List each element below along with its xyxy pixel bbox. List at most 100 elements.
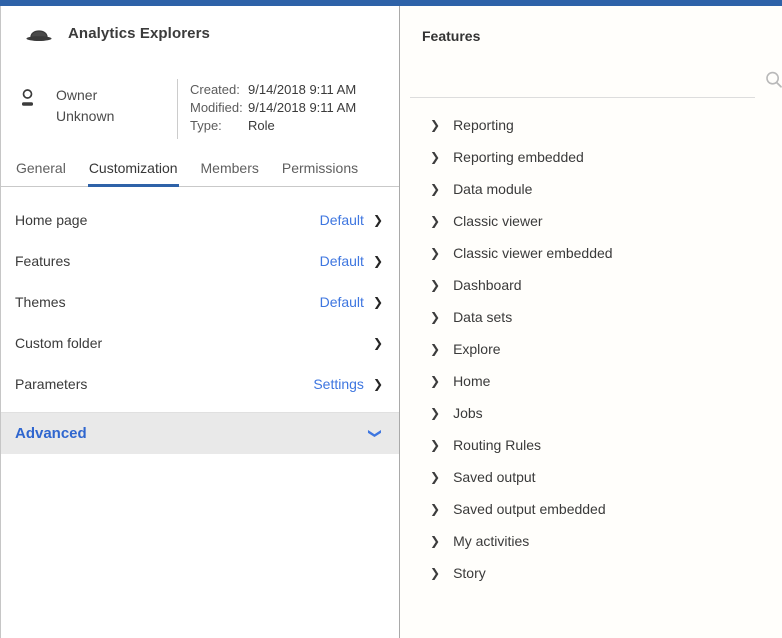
feature-label: Home xyxy=(453,373,490,389)
owner-meta-section: Owner Unknown Created: 9/14/2018 9:11 AM… xyxy=(19,79,385,139)
chevron-right-icon: ❯ xyxy=(373,255,383,267)
feature-item-data-sets[interactable]: ❯ Data sets xyxy=(400,301,782,333)
chevron-right-icon: ❯ xyxy=(430,183,440,195)
tab-bar: General Customization Members Permission… xyxy=(1,156,399,187)
role-hat-icon xyxy=(25,24,53,43)
chevron-right-icon: ❯ xyxy=(430,279,440,291)
setting-label: Themes xyxy=(15,294,66,310)
search-icon[interactable] xyxy=(764,70,782,90)
feature-label: Jobs xyxy=(453,405,483,421)
meta-value: Role xyxy=(248,117,275,135)
main-layout: Analytics Explorers Owner Unknown Crea xyxy=(0,6,782,638)
setting-action-link[interactable]: Settings xyxy=(313,376,364,392)
chevron-right-icon: ❯ xyxy=(373,214,383,226)
meta-value: 9/14/2018 9:11 AM xyxy=(248,99,356,117)
setting-row-features[interactable]: Features Default ❯ xyxy=(1,240,399,281)
setting-label: Parameters xyxy=(15,376,87,392)
owner-label: Owner xyxy=(56,85,114,106)
chevron-right-icon: ❯ xyxy=(430,503,440,515)
meta-row-created: Created: 9/14/2018 9:11 AM xyxy=(190,81,356,99)
feature-label: Data sets xyxy=(453,309,512,325)
feature-label: Dashboard xyxy=(453,277,522,293)
meta-label: Type: xyxy=(190,117,248,135)
feature-label: My activities xyxy=(453,533,529,549)
chevron-right-icon: ❯ xyxy=(430,247,440,259)
tab-general[interactable]: General xyxy=(15,156,67,187)
feature-item-my-activities[interactable]: ❯ My activities xyxy=(400,525,782,557)
feature-item-home[interactable]: ❯ Home xyxy=(400,365,782,397)
feature-label: Explore xyxy=(453,341,500,357)
customization-settings-list: Home page Default ❯ Features Default ❯ T… xyxy=(1,199,399,404)
chevron-right-icon: ❯ xyxy=(430,535,440,547)
tab-customization[interactable]: Customization xyxy=(88,156,179,187)
chevron-right-icon: ❯ xyxy=(373,378,383,390)
chevron-right-icon: ❯ xyxy=(430,439,440,451)
feature-item-classic-viewer[interactable]: ❯ Classic viewer xyxy=(400,205,782,237)
owner-text: Owner Unknown xyxy=(56,85,114,127)
page-title: Analytics Explorers xyxy=(68,25,210,42)
chevron-right-icon: ❯ xyxy=(430,567,440,579)
features-search-input[interactable] xyxy=(410,64,755,98)
feature-label: Story xyxy=(453,565,486,581)
feature-list: ❯ Reporting ❯ Reporting embedded ❯ Data … xyxy=(400,109,782,589)
role-details-panel: Analytics Explorers Owner Unknown Crea xyxy=(1,6,400,638)
features-panel: Features ❯ Reporting ❯ Reporting embedde… xyxy=(400,6,782,638)
chevron-down-icon: ❯ xyxy=(369,428,382,439)
feature-item-reporting[interactable]: ❯ Reporting xyxy=(400,109,782,141)
feature-item-routing-rules[interactable]: ❯ Routing Rules xyxy=(400,429,782,461)
advanced-label: Advanced xyxy=(15,425,87,442)
role-header: Analytics Explorers xyxy=(25,24,385,43)
setting-label: Home page xyxy=(15,212,87,228)
meta-block: Created: 9/14/2018 9:11 AM Modified: 9/1… xyxy=(178,79,356,135)
feature-label: Saved output xyxy=(453,469,536,485)
chevron-right-icon: ❯ xyxy=(430,151,440,163)
chevron-right-icon: ❯ xyxy=(430,375,440,387)
setting-label: Features xyxy=(15,253,70,269)
tab-permissions[interactable]: Permissions xyxy=(281,156,359,187)
setting-action-link[interactable]: Default xyxy=(320,253,364,269)
setting-row-custom-folder[interactable]: Custom folder ❯ xyxy=(1,322,399,363)
feature-item-explore[interactable]: ❯ Explore xyxy=(400,333,782,365)
setting-row-home-page[interactable]: Home page Default ❯ xyxy=(1,199,399,240)
chevron-right-icon: ❯ xyxy=(430,311,440,323)
meta-label: Created: xyxy=(190,81,248,99)
feature-label: Data module xyxy=(453,181,532,197)
meta-value: 9/14/2018 9:11 AM xyxy=(248,81,356,99)
feature-label: Reporting embedded xyxy=(453,149,584,165)
setting-label: Custom folder xyxy=(15,335,102,351)
feature-label: Routing Rules xyxy=(453,437,541,453)
chevron-right-icon: ❯ xyxy=(430,119,440,131)
chevron-right-icon: ❯ xyxy=(430,407,440,419)
feature-item-classic-viewer-embedded[interactable]: ❯ Classic viewer embedded xyxy=(400,237,782,269)
feature-item-dashboard[interactable]: ❯ Dashboard xyxy=(400,269,782,301)
setting-action-link[interactable]: Default xyxy=(320,212,364,228)
features-panel-title: Features xyxy=(422,28,782,44)
feature-label: Reporting xyxy=(453,117,514,133)
feature-item-jobs[interactable]: ❯ Jobs xyxy=(400,397,782,429)
setting-row-parameters[interactable]: Parameters Settings ❯ xyxy=(1,363,399,404)
chevron-right-icon: ❯ xyxy=(430,471,440,483)
person-icon xyxy=(19,88,36,127)
feature-item-data-module[interactable]: ❯ Data module xyxy=(400,173,782,205)
chevron-right-icon: ❯ xyxy=(373,337,383,349)
tab-members[interactable]: Members xyxy=(200,156,260,187)
chevron-right-icon: ❯ xyxy=(430,343,440,355)
owner-block: Owner Unknown xyxy=(19,79,177,127)
features-search-row xyxy=(410,62,782,98)
advanced-section-toggle[interactable]: Advanced ❯ xyxy=(1,412,399,454)
setting-action-link[interactable]: Default xyxy=(320,294,364,310)
setting-row-themes[interactable]: Themes Default ❯ xyxy=(1,281,399,322)
feature-item-saved-output-embedded[interactable]: ❯ Saved output embedded xyxy=(400,493,782,525)
chevron-right-icon: ❯ xyxy=(373,296,383,308)
meta-row-modified: Modified: 9/14/2018 9:11 AM xyxy=(190,99,356,117)
meta-label: Modified: xyxy=(190,99,248,117)
chevron-right-icon: ❯ xyxy=(430,215,440,227)
feature-label: Classic viewer embedded xyxy=(453,245,613,261)
meta-row-type: Type: Role xyxy=(190,117,356,135)
feature-item-reporting-embedded[interactable]: ❯ Reporting embedded xyxy=(400,141,782,173)
feature-label: Classic viewer xyxy=(453,213,542,229)
feature-item-saved-output[interactable]: ❯ Saved output xyxy=(400,461,782,493)
feature-item-story[interactable]: ❯ Story xyxy=(400,557,782,589)
owner-value: Unknown xyxy=(56,106,114,127)
feature-label: Saved output embedded xyxy=(453,501,606,517)
